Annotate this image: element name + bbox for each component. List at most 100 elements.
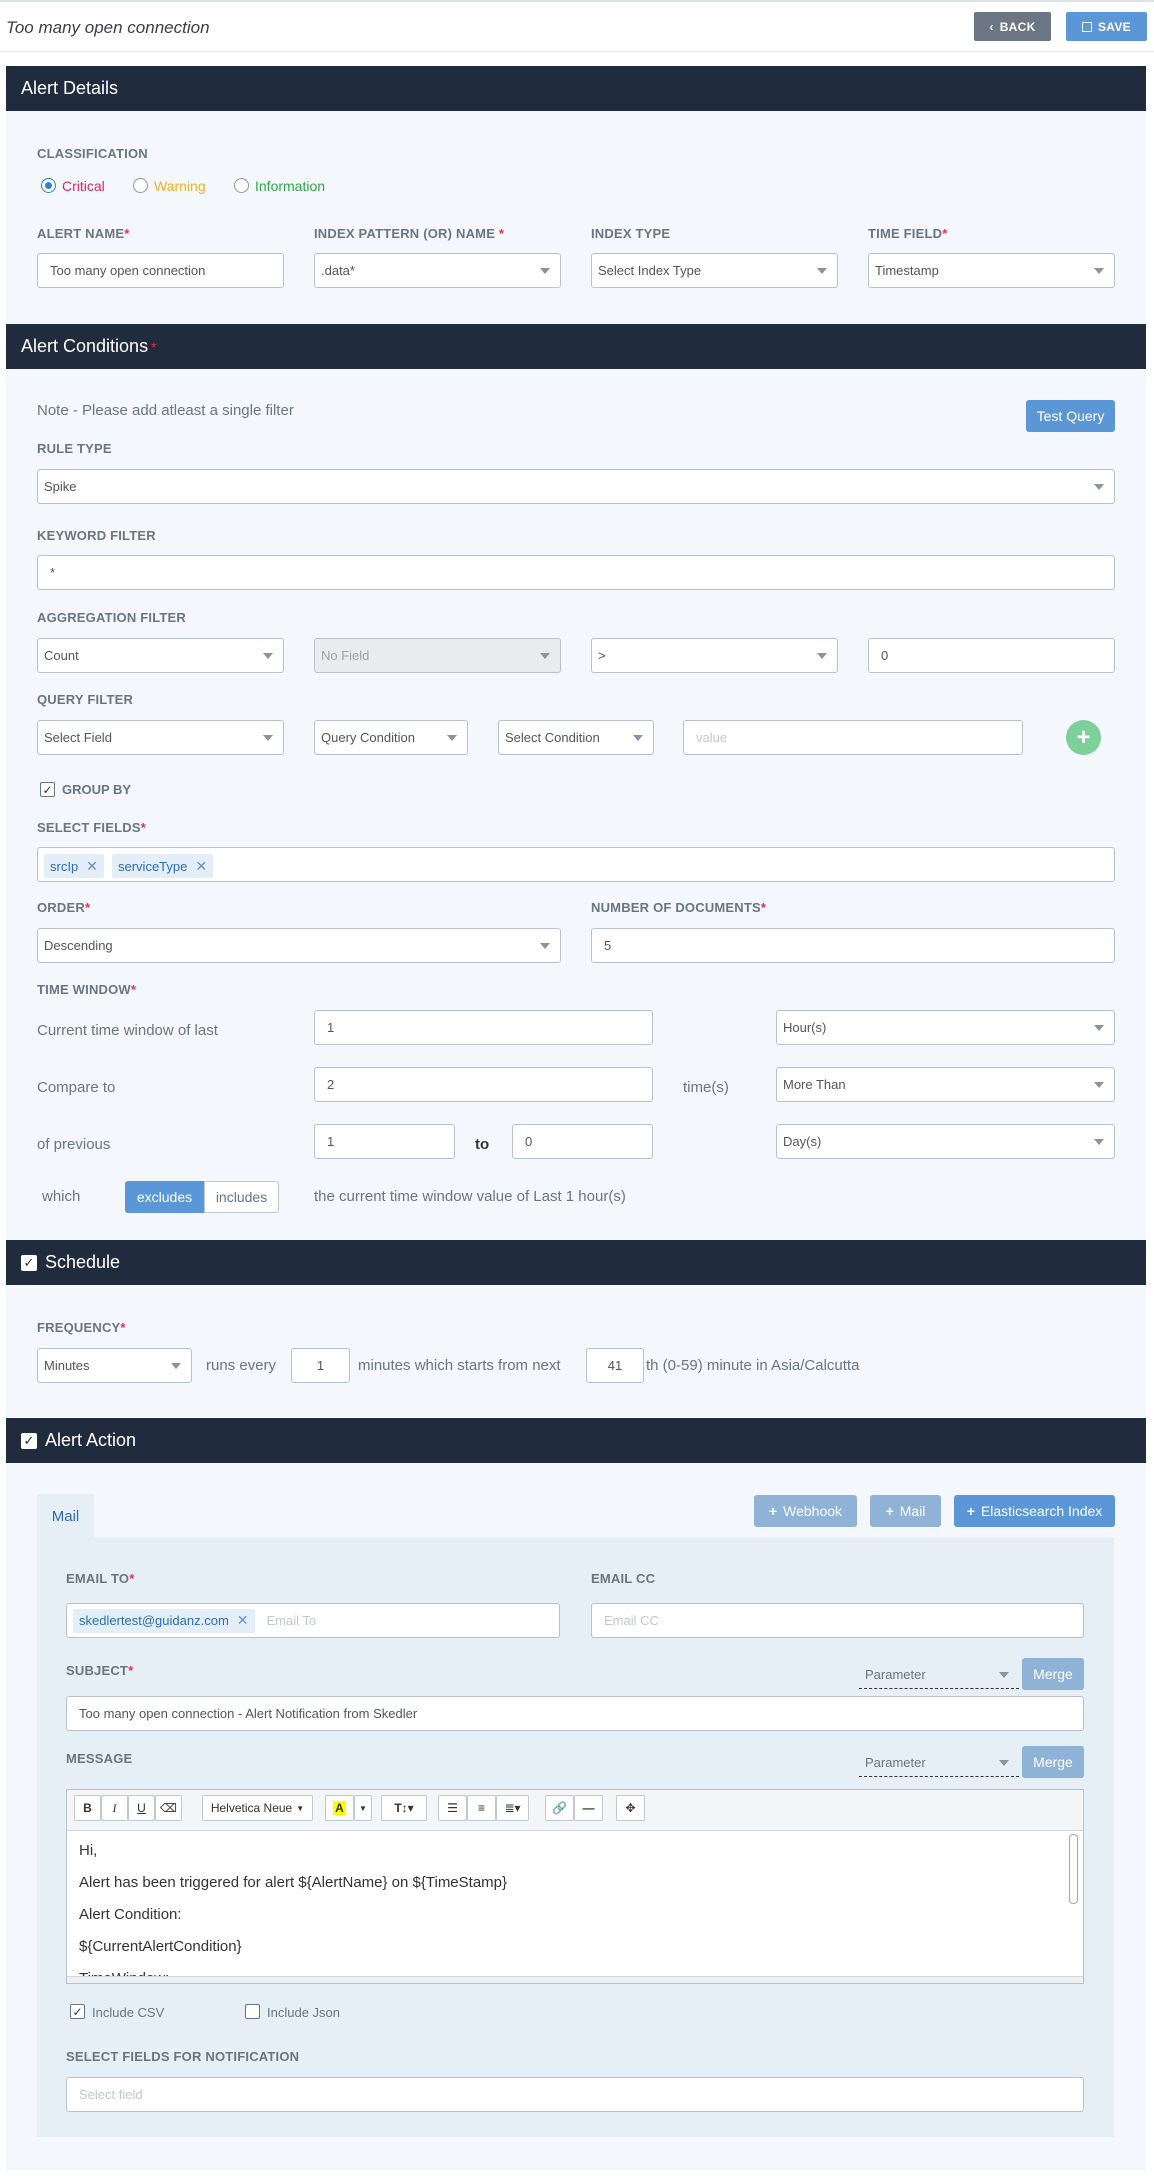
chevron-down-icon bbox=[540, 943, 550, 949]
select-fields-notification-input[interactable]: Select field bbox=[66, 2077, 1084, 2112]
alert-action-checkbox[interactable]: ✓ bbox=[21, 1432, 37, 1449]
current-window-unit-select[interactable]: Hour(s) bbox=[776, 1010, 1115, 1045]
email-tag: skedlertest@guidanz.com ✕ bbox=[73, 1608, 255, 1633]
index-pattern-label: INDEX PATTERN (OR) NAME * bbox=[314, 226, 505, 241]
email-cc-input[interactable]: Email CC bbox=[591, 1603, 1084, 1638]
group-by-label: GROUP BY bbox=[62, 782, 132, 797]
field-tag: srcIp ✕ bbox=[44, 854, 104, 878]
rule-type-select[interactable]: Spike bbox=[37, 469, 1115, 504]
index-pattern-select[interactable]: .data* bbox=[314, 253, 561, 288]
classification-label: CLASSIFICATION bbox=[37, 146, 148, 161]
message-line: Alert has been triggered for alert ${Ale… bbox=[79, 1874, 508, 1891]
schedule-checkbox[interactable]: ✓ bbox=[21, 1254, 37, 1271]
include-json-checkbox[interactable] bbox=[245, 2004, 260, 2019]
align-icon[interactable]: ≣▾ bbox=[496, 1795, 529, 1821]
fullscreen-icon[interactable]: ✥ bbox=[616, 1795, 645, 1821]
start-minute-input[interactable]: 41 bbox=[586, 1348, 644, 1383]
chevron-down-icon bbox=[447, 735, 457, 741]
schedule-header: ✓ Schedule bbox=[6, 1240, 1146, 1285]
font-size-icon[interactable]: T↕▾ bbox=[381, 1795, 427, 1821]
text-color-icon[interactable]: A bbox=[325, 1795, 354, 1821]
order-select[interactable]: Descending bbox=[37, 928, 561, 963]
bold-icon[interactable]: B bbox=[74, 1795, 101, 1821]
chevron-left-icon: ‹ bbox=[989, 19, 994, 34]
chevron-down-icon bbox=[999, 1760, 1009, 1766]
time-field-select[interactable]: Timestamp bbox=[868, 253, 1115, 288]
eraser-icon[interactable]: ⌫ bbox=[155, 1795, 182, 1821]
alert-name-input[interactable]: Too many open connection bbox=[37, 253, 284, 288]
editor-resize-handle[interactable] bbox=[67, 1976, 1083, 1983]
number-of-documents-input[interactable]: 5 bbox=[591, 928, 1115, 963]
ordered-list-icon[interactable]: ≡ bbox=[467, 1795, 496, 1821]
back-button[interactable]: ‹ BACK bbox=[974, 12, 1051, 41]
subject-parameter-select[interactable]: Parameter bbox=[859, 1660, 1019, 1689]
current-window-input[interactable]: 1 bbox=[314, 1010, 653, 1045]
aggregation-function-select[interactable]: Count bbox=[37, 638, 284, 673]
message-merge-button[interactable]: Merge bbox=[1022, 1746, 1084, 1778]
excludes-toggle[interactable]: excludes bbox=[125, 1181, 204, 1213]
font-family-select[interactable]: Helvetica Neue ▼ bbox=[202, 1795, 313, 1821]
select-fields-label: SELECT FIELDS* bbox=[37, 820, 146, 835]
select-condition-select[interactable]: Select Condition bbox=[498, 720, 654, 755]
radio-critical[interactable] bbox=[41, 178, 56, 193]
field-tag: serviceType ✕ bbox=[112, 854, 214, 878]
message-parameter-select[interactable]: Parameter bbox=[859, 1748, 1019, 1777]
underline-icon[interactable]: U bbox=[128, 1795, 155, 1821]
frequency-select[interactable]: Minutes bbox=[37, 1348, 192, 1383]
radio-information-label: Information bbox=[255, 178, 326, 194]
test-query-button[interactable]: Test Query bbox=[1026, 400, 1115, 432]
compare-to-input[interactable]: 2 bbox=[314, 1067, 653, 1102]
chevron-down-icon bbox=[540, 268, 550, 274]
previous-from-input[interactable]: 1 bbox=[314, 1124, 455, 1159]
to-text: to bbox=[475, 1136, 490, 1153]
minutes-text: minutes which starts from next bbox=[358, 1357, 561, 1374]
chevron-down-icon bbox=[1094, 268, 1104, 274]
radio-information[interactable] bbox=[234, 178, 249, 193]
subject-input[interactable]: Too many open connection - Alert Notific… bbox=[66, 1696, 1084, 1731]
italic-icon[interactable]: I bbox=[101, 1795, 128, 1821]
editor-scrollbar[interactable] bbox=[1069, 1834, 1078, 1904]
remove-tag-icon[interactable]: ✕ bbox=[86, 858, 98, 875]
subject-merge-button[interactable]: Merge bbox=[1022, 1658, 1084, 1690]
radio-warning[interactable] bbox=[133, 178, 148, 193]
unordered-list-icon[interactable]: ☰ bbox=[438, 1795, 467, 1821]
runs-every-text: runs every bbox=[206, 1357, 277, 1374]
aggregation-value-input[interactable]: 0 bbox=[868, 638, 1115, 673]
add-elasticsearch-index-button[interactable]: + Elasticsearch Index bbox=[954, 1495, 1115, 1527]
add-mail-button[interactable]: + Mail bbox=[870, 1495, 941, 1527]
include-csv-label: Include CSV bbox=[92, 2005, 165, 2020]
color-dropdown-icon[interactable]: ▼ bbox=[354, 1795, 372, 1821]
aggregation-filter-label: AGGREGATION FILTER bbox=[37, 610, 186, 625]
message-editor[interactable]: B I U ⌫ Helvetica Neue ▼ A ▼ T↕▾ ☰ ≡ ≣▾ 🔗… bbox=[66, 1789, 1084, 1984]
add-filter-icon[interactable]: + bbox=[1066, 720, 1101, 755]
keyword-filter-input[interactable]: * bbox=[37, 555, 1115, 590]
every-input[interactable]: 1 bbox=[291, 1348, 350, 1383]
email-to-input[interactable]: skedlertest@guidanz.com ✕ Email To bbox=[66, 1603, 560, 1638]
horizontal-rule-icon[interactable]: — bbox=[574, 1795, 603, 1821]
include-csv-checkbox[interactable]: ✓ bbox=[70, 2004, 85, 2019]
query-value-input[interactable]: value bbox=[683, 720, 1023, 755]
link-icon[interactable]: 🔗 bbox=[545, 1795, 574, 1821]
previous-to-input[interactable]: 0 bbox=[512, 1124, 653, 1159]
query-field-select[interactable]: Select Field bbox=[37, 720, 284, 755]
remove-tag-icon[interactable]: ✕ bbox=[237, 1612, 249, 1629]
time-window-summary: the current time window value of Last 1 … bbox=[314, 1188, 626, 1205]
tab-mail[interactable]: Mail bbox=[37, 1494, 94, 1538]
index-type-select[interactable]: Select Index Type bbox=[591, 253, 838, 288]
chevron-down-icon bbox=[171, 1363, 181, 1369]
group-by-checkbox[interactable]: ✓ bbox=[40, 782, 55, 797]
query-condition-select[interactable]: Query Condition bbox=[314, 720, 468, 755]
compare-mode-select[interactable]: More Than bbox=[776, 1067, 1115, 1102]
add-webhook-button[interactable]: + Webhook bbox=[754, 1495, 857, 1527]
previous-unit-select[interactable]: Day(s) bbox=[776, 1124, 1115, 1159]
plus-icon: + bbox=[966, 1503, 975, 1519]
remove-tag-icon[interactable]: ✕ bbox=[195, 858, 207, 875]
save-button[interactable]: SAVE bbox=[1066, 12, 1147, 41]
aggregation-operator-select[interactable]: > bbox=[591, 638, 838, 673]
message-line: Hi, bbox=[79, 1842, 98, 1859]
frequency-label: FREQUENCY* bbox=[37, 1320, 126, 1335]
floppy-disk-icon bbox=[1082, 21, 1092, 32]
includes-toggle[interactable]: includes bbox=[204, 1181, 279, 1213]
message-line: ${CurrentAlertCondition} bbox=[79, 1938, 242, 1955]
chevron-down-icon bbox=[999, 1672, 1009, 1678]
